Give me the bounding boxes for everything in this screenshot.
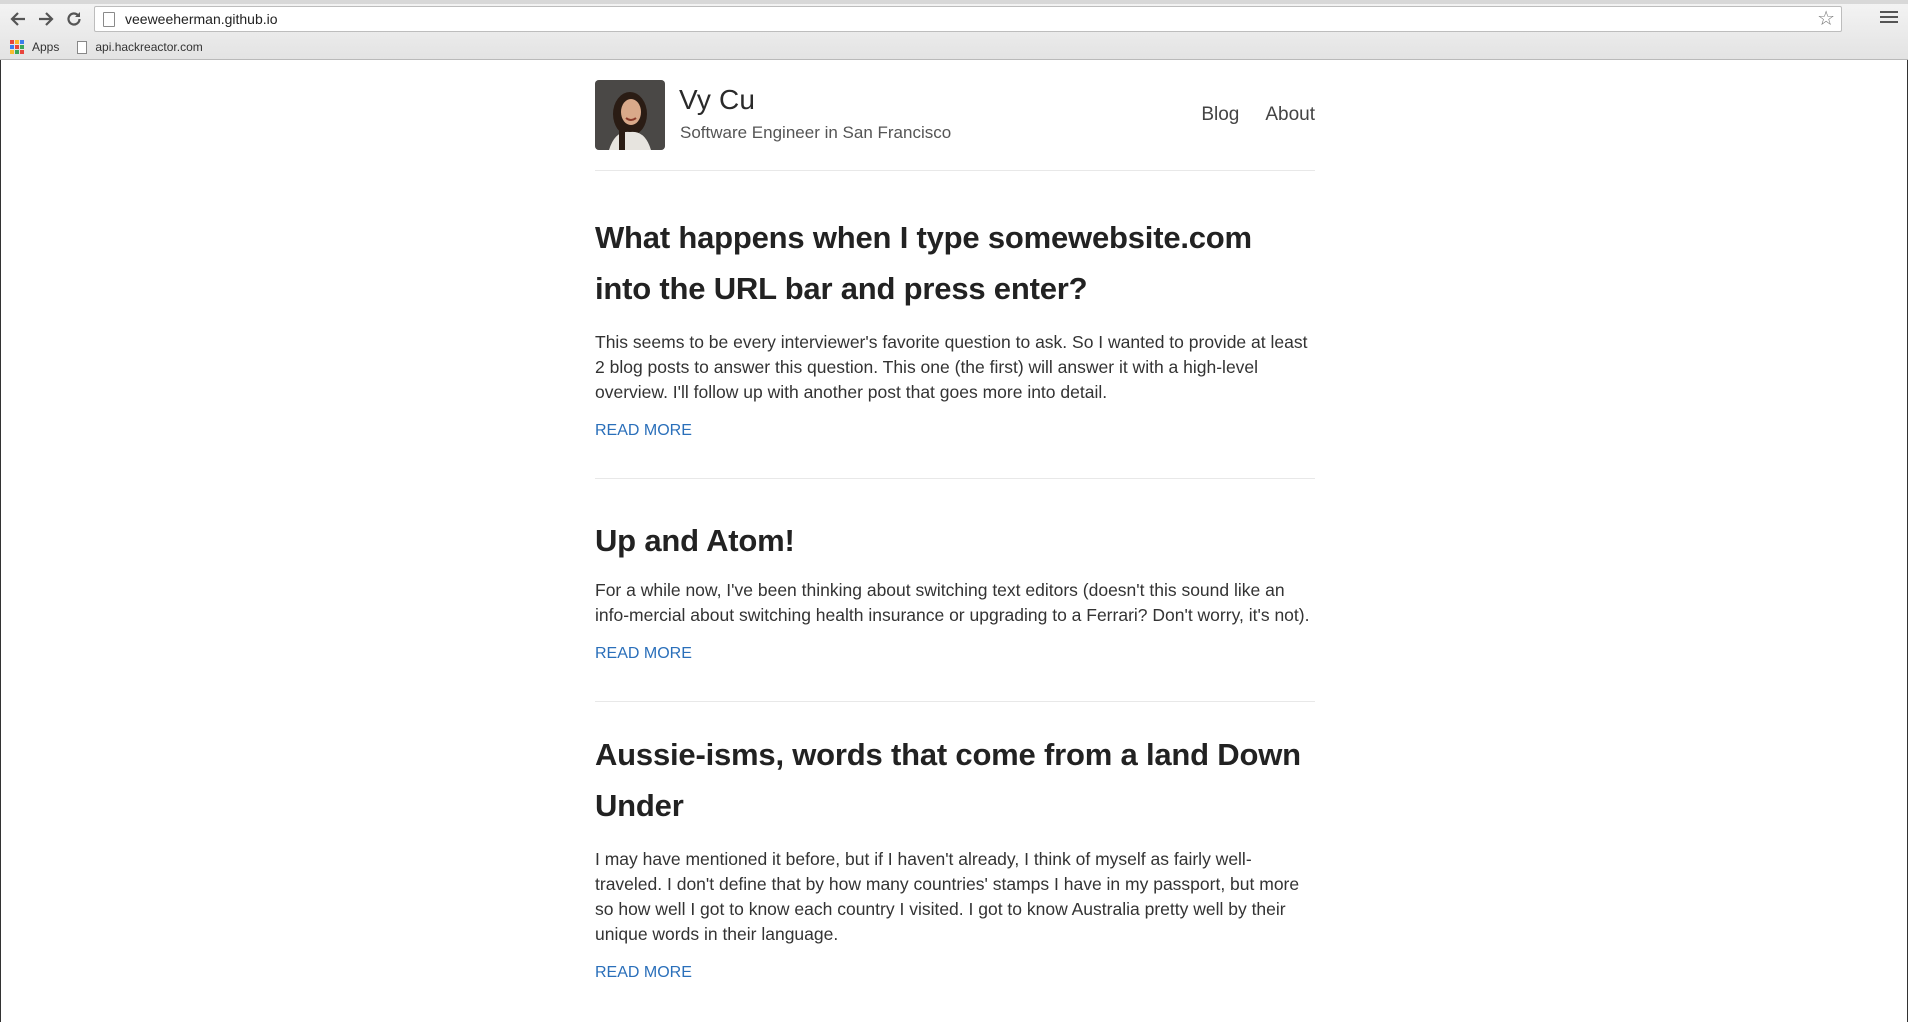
nav-link-about[interactable]: About: [1265, 104, 1315, 126]
post-title[interactable]: What happens when I type somewebsite.com…: [595, 212, 1315, 314]
browser-chrome: veeweeherman.github.io ☆ Apps api.hackre…: [0, 0, 1908, 60]
read-more-link[interactable]: READ MORE: [595, 422, 1315, 440]
post-title[interactable]: Aussie-isms, words that come from a land…: [595, 729, 1315, 831]
star-icon[interactable]: ☆: [1817, 9, 1835, 29]
read-more-link[interactable]: READ MORE: [595, 964, 1315, 982]
address-bar[interactable]: veeweeherman.github.io ☆: [94, 6, 1842, 32]
read-more-link[interactable]: READ MORE: [595, 645, 1315, 663]
site-nav: Blog About: [1201, 104, 1315, 126]
page-icon: [103, 11, 115, 27]
tab-strip: [0, 0, 1908, 4]
bookmark-hackreactor[interactable]: api.hackreactor.com: [95, 40, 202, 54]
post-item: Aussie-isms, words that come from a land…: [595, 702, 1315, 982]
site-title[interactable]: Vy Cu: [679, 84, 755, 116]
page-viewport: Vy Cu Software Engineer in San Francisco…: [0, 60, 1908, 1022]
post-excerpt: I may have mentioned it before, but if I…: [595, 849, 1300, 944]
forward-arrow-icon[interactable]: [34, 7, 58, 31]
content-container: Vy Cu Software Engineer in San Francisco…: [595, 60, 1315, 982]
bookmarks-bar: Apps api.hackreactor.com: [0, 36, 1908, 58]
apps-grid-icon[interactable]: [10, 40, 24, 54]
site-description: Software Engineer in San Francisco: [680, 123, 952, 142]
post-item: What happens when I type somewebsite.com…: [595, 171, 1315, 479]
url-text[interactable]: veeweeherman.github.io: [125, 11, 278, 27]
post-excerpt: This seems to be every interviewer's fav…: [595, 332, 1308, 402]
post-excerpt: For a while now, I've been thinking abou…: [595, 580, 1310, 625]
page-icon: [77, 40, 88, 54]
avatar[interactable]: [595, 80, 665, 150]
back-arrow-icon[interactable]: [6, 7, 30, 31]
post-title[interactable]: Up and Atom!: [595, 515, 1315, 566]
masthead: Vy Cu Software Engineer in San Francisco…: [595, 60, 1315, 171]
post-item: Up and Atom! For a while now, I've been …: [595, 479, 1315, 702]
nav-link-blog[interactable]: Blog: [1201, 104, 1239, 126]
bookmark-apps[interactable]: Apps: [32, 40, 59, 54]
hamburger-menu-icon[interactable]: [1880, 8, 1898, 26]
reload-icon[interactable]: [62, 7, 86, 31]
